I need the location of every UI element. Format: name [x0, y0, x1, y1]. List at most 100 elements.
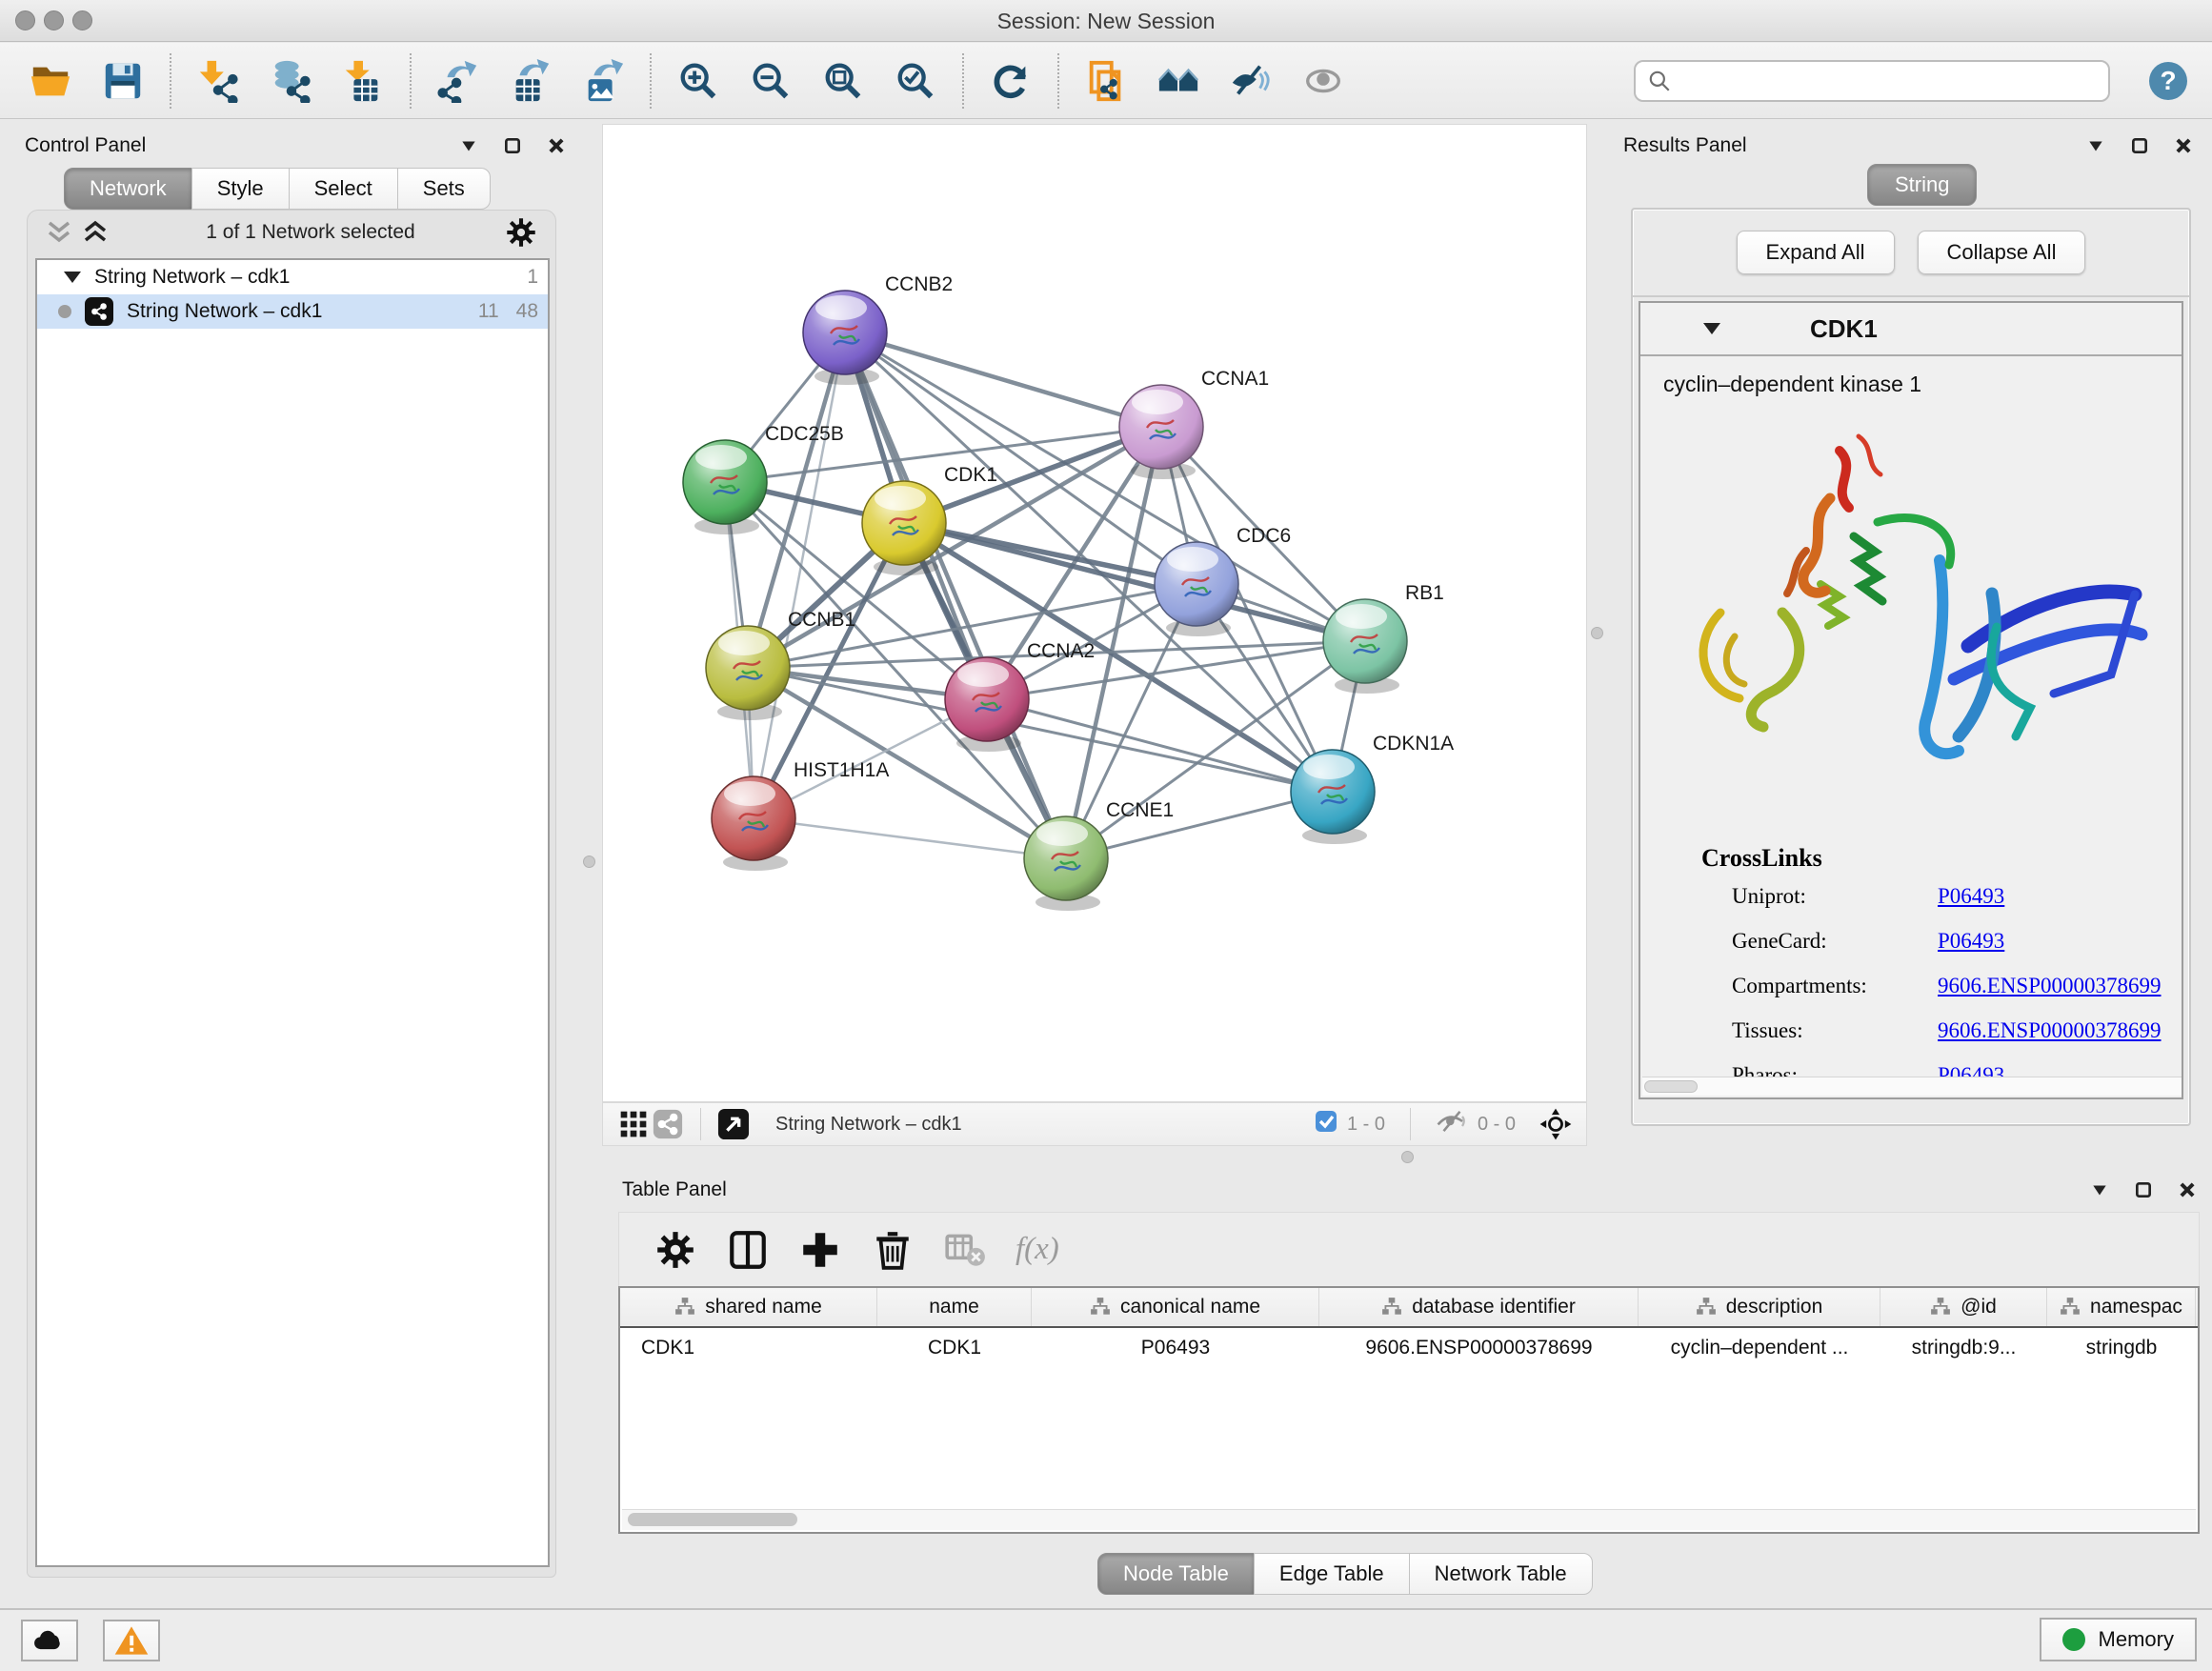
network-tab-content: 1 of 1 Network selected String Network –…: [27, 210, 556, 1578]
crosslink-link[interactable]: 9606.ENSP00000378699: [1938, 974, 2162, 998]
network-graph[interactable]: CCNB2CCNA1CDC25BCDK1CDC6RB1CCNB1CCNA2CDK…: [603, 125, 1586, 1101]
crosslink-link[interactable]: P06493: [1938, 884, 2004, 909]
tab-network[interactable]: Network: [64, 168, 192, 210]
network-options-gear-icon[interactable]: [504, 215, 538, 250]
column-header-database-identifier[interactable]: database identifier: [1319, 1288, 1639, 1326]
network-view-toolbar: String Network – cdk1 1 - 0 0 - 0: [602, 1102, 1587, 1146]
function-builder-button[interactable]: f(x): [1016, 1232, 1059, 1267]
save-session-button[interactable]: [99, 57, 147, 105]
panel-float-icon[interactable]: [2134, 1180, 2153, 1199]
tab-edge-table[interactable]: Edge Table: [1254, 1553, 1410, 1595]
tree-caret-icon[interactable]: [64, 272, 81, 283]
network-node-CDK1[interactable]: CDK1: [862, 464, 997, 575]
panel-close-icon[interactable]: [2174, 136, 2193, 155]
export-network-button[interactable]: [434, 57, 482, 105]
right-splitter-handle[interactable]: [1591, 627, 1603, 639]
result-node-name: CDK1: [1810, 314, 1878, 344]
panel-menu-icon[interactable]: [459, 136, 478, 155]
selected-checkbox-icon[interactable]: [1315, 1110, 1337, 1138]
zoom-fit-button[interactable]: [819, 57, 867, 105]
control-panel-title: Control Panel: [25, 134, 146, 157]
table-cell: stringdb:9...: [1880, 1328, 2047, 1368]
collapse-caret-icon[interactable]: [1703, 323, 1720, 334]
network-node-CDKN1A[interactable]: CDKN1A: [1291, 733, 1454, 844]
network-node-HIST1H1A[interactable]: HIST1H1A: [712, 759, 889, 871]
tab-style[interactable]: Style: [191, 168, 290, 210]
crosslink-link[interactable]: 9606.ENSP00000378699: [1938, 1018, 2162, 1043]
collapse-all-button[interactable]: Collapse All: [1918, 231, 2086, 274]
horizontal-splitter-handle[interactable]: [1401, 1151, 1414, 1163]
expand-all-icon[interactable]: [81, 220, 110, 245]
delete-table-icon[interactable]: [943, 1228, 987, 1272]
birds-eye-view-button[interactable]: [716, 1107, 751, 1141]
column-header-description[interactable]: description: [1639, 1288, 1880, 1326]
network-view-share-icon[interactable]: [651, 1107, 685, 1141]
memory-button[interactable]: Memory: [2040, 1618, 2197, 1661]
control-panel: Control Panel Network Style Select Sets …: [13, 126, 570, 1604]
zoom-selected-button[interactable]: [892, 57, 939, 105]
left-splitter-handle[interactable]: [583, 856, 595, 868]
network-node-CDC25B[interactable]: CDC25B: [683, 423, 844, 534]
results-horizontal-scrollbar[interactable]: [1642, 1077, 2182, 1096]
panel-menu-icon[interactable]: [2086, 136, 2105, 155]
crosslink-link[interactable]: P06493: [1938, 929, 2004, 954]
show-graphics-details-button[interactable]: [1299, 57, 1347, 105]
help-button[interactable]: ?: [2149, 62, 2187, 100]
import-network-file-button[interactable]: [194, 57, 242, 105]
column-header-canonical-name[interactable]: canonical name: [1032, 1288, 1319, 1326]
tab-select[interactable]: Select: [289, 168, 398, 210]
column-header-@id[interactable]: @id: [1880, 1288, 2047, 1326]
tab-string[interactable]: String: [1867, 164, 1977, 206]
zoom-in-button[interactable]: [674, 57, 722, 105]
export-table-button[interactable]: [507, 57, 554, 105]
tab-network-table[interactable]: Network Table: [1409, 1553, 1593, 1595]
panel-float-icon[interactable]: [2130, 136, 2149, 155]
pan-crosshair-icon[interactable]: [1538, 1107, 1573, 1141]
table-row[interactable]: CDK1CDK1P064939606.ENSP00000378699cyclin…: [620, 1328, 2198, 1368]
panel-close-icon[interactable]: [2178, 1180, 2197, 1199]
node-label: CCNB2: [885, 273, 953, 295]
toolbar-separator: [1057, 53, 1059, 109]
panel-menu-icon[interactable]: [2090, 1180, 2109, 1199]
hide-graphics-details-button[interactable]: [1227, 57, 1275, 105]
column-header-shared-name[interactable]: shared name: [620, 1288, 877, 1326]
clone-network-button[interactable]: [1082, 57, 1130, 105]
grid-view-icon[interactable]: [616, 1107, 651, 1141]
hidden-eye-slash-icon[interactable]: [1436, 1108, 1468, 1140]
toolbar-separator: [650, 53, 652, 109]
copy-documents-icon: [1084, 59, 1128, 103]
network-node-CDC6[interactable]: CDC6: [1155, 525, 1291, 636]
apply-layout-button[interactable]: [987, 57, 1035, 105]
cloud-status-button[interactable]: [21, 1620, 78, 1661]
table-cell: CDK1: [877, 1328, 1032, 1368]
column-header-namespac[interactable]: namespac: [2047, 1288, 2196, 1326]
network-node-CCNB2[interactable]: CCNB2: [803, 273, 953, 385]
collapse-all-icon[interactable]: [45, 220, 73, 245]
export-image-button[interactable]: [579, 57, 627, 105]
network-collection-row[interactable]: String Network – cdk1 1: [37, 260, 548, 294]
show-all-networks-button[interactable]: [1155, 57, 1202, 105]
panel-float-icon[interactable]: [503, 136, 522, 155]
network-row[interactable]: String Network – cdk1 11 48: [37, 294, 548, 329]
tab-sets[interactable]: Sets: [397, 168, 491, 210]
network-canvas[interactable]: CCNB2CCNA1CDC25BCDK1CDC6RB1CCNB1CCNA2CDK…: [602, 124, 1587, 1102]
tab-node-table[interactable]: Node Table: [1097, 1553, 1255, 1595]
import-network-database-button[interactable]: [267, 57, 314, 105]
table-toolbar: f(x): [618, 1212, 2200, 1286]
open-file-button[interactable]: [27, 57, 74, 105]
zoom-out-button[interactable]: [747, 57, 794, 105]
add-column-icon[interactable]: [798, 1228, 842, 1272]
expand-all-button[interactable]: Expand All: [1737, 231, 1895, 274]
show-columns-icon[interactable]: [726, 1228, 770, 1272]
warnings-button[interactable]: [103, 1620, 160, 1661]
result-node-description: cyclin–dependent kinase 1: [1640, 356, 2182, 397]
result-card-header[interactable]: CDK1: [1640, 303, 2182, 356]
import-table-button[interactable]: [339, 57, 387, 105]
search-input[interactable]: [1672, 63, 2108, 99]
delete-column-icon[interactable]: [871, 1228, 915, 1272]
panel-close-icon[interactable]: [547, 136, 566, 155]
table-options-gear-icon[interactable]: [654, 1228, 697, 1272]
network-node-RB1[interactable]: RB1: [1323, 582, 1444, 694]
column-header-name[interactable]: name: [877, 1288, 1032, 1326]
table-horizontal-scrollbar[interactable]: [622, 1509, 2196, 1530]
